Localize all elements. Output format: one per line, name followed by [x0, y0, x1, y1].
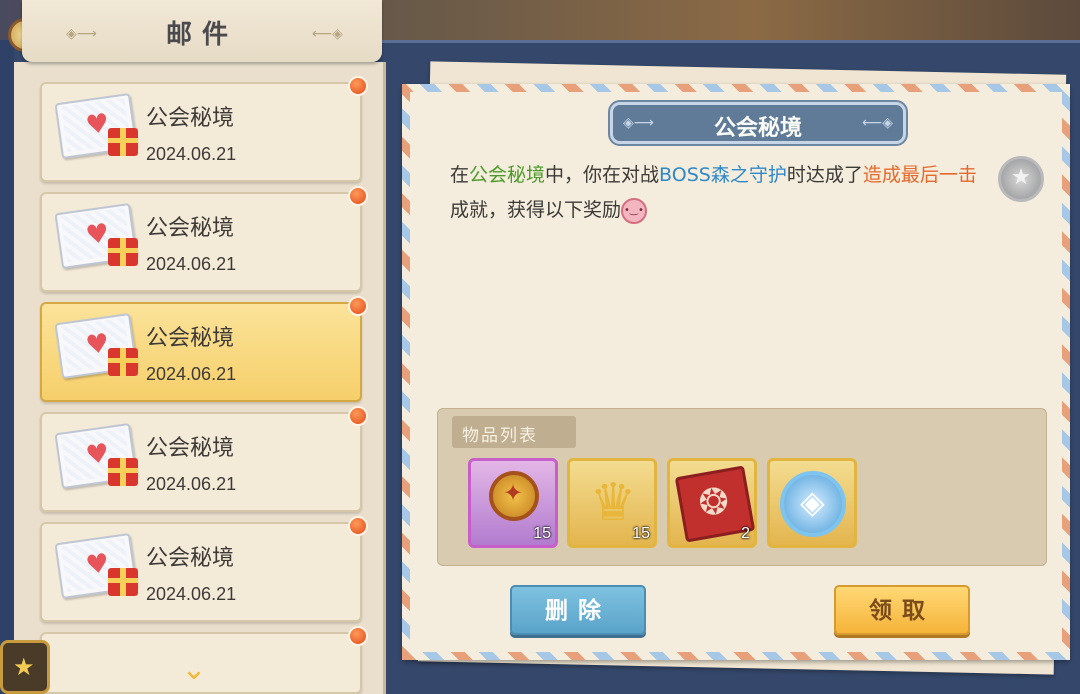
- gift-icon: [108, 348, 138, 376]
- reward-item-slot[interactable]: 15: [468, 458, 558, 548]
- mail-item-date: 2024.06.21: [146, 474, 237, 494]
- body-highlight-place: 公会秘境: [469, 164, 546, 186]
- item-quantity: 2: [741, 525, 750, 542]
- mail-subject-banner: ◈⟶ 公会秘境 ⟵◈: [610, 102, 906, 144]
- reward-item-slot[interactable]: [767, 458, 857, 548]
- mail-item-date: 2024.06.21: [146, 584, 237, 604]
- unread-dot-icon: [348, 626, 368, 646]
- gift-icon: [108, 238, 138, 266]
- corner-badge-icon[interactable]: ★: [0, 640, 50, 694]
- mail-item-name: 公会秘境: [146, 436, 235, 461]
- mail-item-date: 2024.06.21: [146, 254, 237, 274]
- gift-icon: [108, 568, 138, 596]
- reward-item-slot[interactable]: 2: [667, 458, 757, 548]
- item-quantity: 15: [632, 525, 650, 542]
- body-highlight-achievement: 造成最后一击: [862, 164, 977, 186]
- gift-icon: [108, 458, 138, 486]
- mail-item-name: 公会秘境: [146, 326, 235, 351]
- mail-subject: 公会秘境: [713, 116, 802, 141]
- medal-icon: [489, 471, 539, 521]
- unread-dot-icon: [348, 76, 368, 96]
- mail-list-item[interactable]: ♥ 公会秘境 2024.06.21: [40, 406, 368, 512]
- star-icon: ★: [1011, 165, 1031, 190]
- delete-button[interactable]: 删除: [510, 585, 646, 635]
- mail-list-item[interactable]: ♥ 公会秘境 2024.06.21: [40, 186, 368, 292]
- gift-icon: [108, 128, 138, 156]
- reward-item-slot[interactable]: ♛ 15: [567, 458, 657, 548]
- body-text: 时达成了: [786, 164, 863, 186]
- mail-body-text: 在公会秘境中，你在对战BOSS森之守护时达成了造成最后一击成就，获得以下奖励: [450, 158, 990, 228]
- item-list-label: 物品列表: [452, 416, 576, 448]
- emoji-icon: [621, 197, 648, 224]
- unread-dot-icon: [348, 186, 368, 206]
- body-highlight-boss: BOSS森之守护: [659, 164, 787, 186]
- ornament-icon: ⟵◈: [862, 115, 893, 131]
- mail-list-item-selected[interactable]: ♥ 公会秘境 2024.06.21: [40, 296, 368, 402]
- favorite-star-button[interactable]: ★: [998, 156, 1044, 202]
- unread-dot-icon: [348, 406, 368, 426]
- claim-button[interactable]: 领取: [834, 585, 970, 635]
- body-text: 在: [450, 164, 470, 186]
- item-quantity: 15: [533, 525, 551, 542]
- body-text: 成就，获得以下奖励: [450, 199, 622, 221]
- mail-list-item[interactable]: ♥ 公会秘境 2024.06.21: [40, 516, 368, 622]
- unread-dot-icon: [348, 296, 368, 316]
- unread-dot-icon: [348, 516, 368, 536]
- crown-icon: ♛: [589, 473, 637, 533]
- ornament-icon: ⟵◈: [312, 26, 343, 42]
- mail-item-name: 公会秘境: [146, 106, 235, 131]
- title-tab: ◈⟶ 邮件 ⟵◈: [22, 0, 382, 62]
- scroll-down-arrow-icon[interactable]: ⌄: [172, 655, 216, 685]
- compass-icon: [780, 471, 846, 537]
- frame-left-edge: [0, 40, 14, 694]
- mail-list-item[interactable]: ♥ 公会秘境 2024.06.21: [40, 76, 368, 182]
- mail-item-name: 公会秘境: [146, 546, 235, 571]
- body-text: 中，你在对战: [545, 164, 660, 186]
- mail-item-date: 2024.06.21: [146, 144, 237, 164]
- mail-item-date: 2024.06.21: [146, 364, 237, 384]
- mail-item-name: 公会秘境: [146, 216, 235, 241]
